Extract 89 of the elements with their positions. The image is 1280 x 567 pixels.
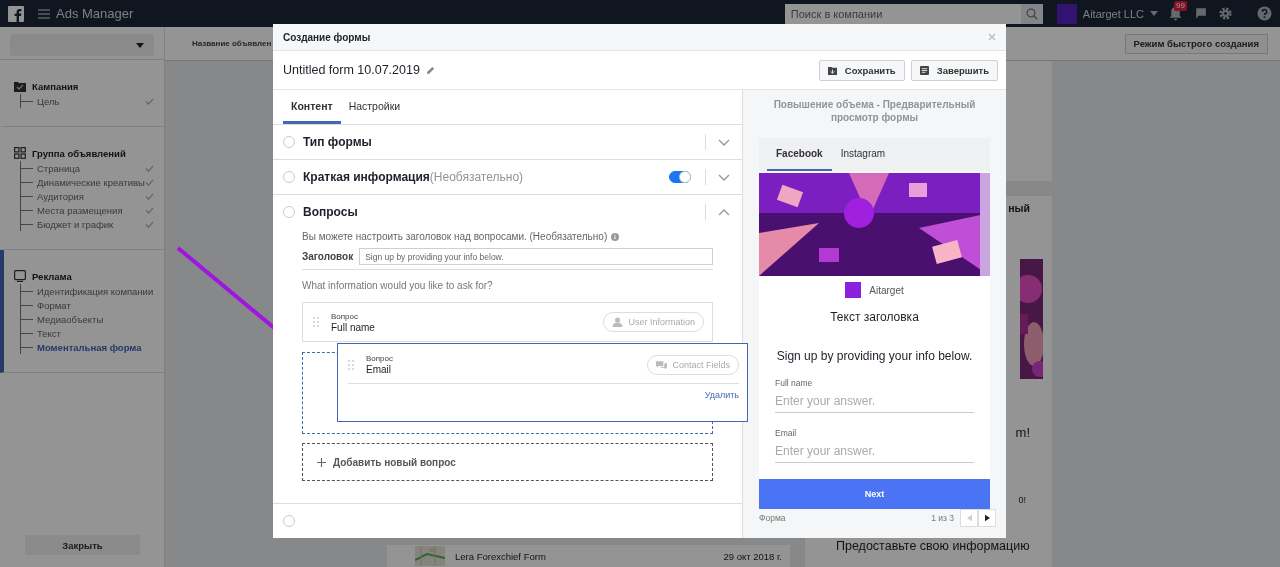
search-button[interactable] bbox=[1020, 3, 1043, 24]
search-field[interactable]: Поиск в компании bbox=[784, 3, 1021, 24]
brand-name: Aitarget bbox=[869, 284, 904, 296]
caret-icon[interactable] bbox=[1150, 11, 1158, 16]
sidebar-item[interactable]: Страница bbox=[37, 162, 145, 174]
sidebar-section-title[interactable]: Группа объявлений bbox=[32, 147, 126, 159]
hint-text: Вы можете настроить заголовок над вопросами. (Необязательно) bbox=[302, 231, 608, 242]
page-counter: 1 из 3 bbox=[931, 513, 954, 523]
question-card[interactable]: Вопрос Email Contact Fields Удалить bbox=[337, 343, 748, 422]
section-title[interactable]: Краткая информация(Необязательно) bbox=[303, 170, 524, 184]
chevron-down-icon[interactable] bbox=[718, 138, 730, 146]
notification-badge: 99 bbox=[1174, 1, 1187, 11]
footer-label: Форма bbox=[759, 513, 786, 523]
card-text: 0! bbox=[1018, 495, 1026, 505]
form-date: 29 окт 2018 г. bbox=[723, 550, 782, 562]
left-triangle-icon bbox=[966, 514, 972, 522]
monitor-icon bbox=[14, 270, 26, 282]
drag-handle-icon[interactable] bbox=[348, 359, 354, 370]
question-value: Full name bbox=[331, 321, 375, 333]
column-header: Название объявлен bbox=[192, 39, 272, 48]
question-label: Вопрос bbox=[331, 311, 359, 321]
person-icon bbox=[612, 317, 624, 327]
tab[interactable]: Настройки bbox=[340, 90, 409, 124]
tab[interactable]: Instagram bbox=[831, 138, 895, 171]
field-label: Email bbox=[775, 428, 798, 438]
form-name[interactable]: Untitled form 10.07.2019 bbox=[283, 63, 420, 77]
save-button[interactable]: Сохранить bbox=[818, 59, 905, 81]
field-label: Заголовок bbox=[302, 251, 354, 262]
ask-label: What information would you like to ask for? bbox=[302, 280, 494, 291]
sidebar-item[interactable]: Идентификация компании bbox=[37, 285, 154, 297]
close-icon[interactable] bbox=[988, 33, 996, 41]
chevron-up-icon[interactable] bbox=[718, 208, 730, 216]
sidebar-section-title[interactable]: Реклама bbox=[32, 270, 72, 282]
facebook-logo-icon[interactable] bbox=[8, 5, 24, 22]
next-button[interactable]: Next bbox=[759, 479, 990, 509]
sidebar-item[interactable]: Места размещения bbox=[37, 204, 145, 216]
card-text: m! bbox=[1015, 425, 1030, 440]
sidebar-item[interactable]: Формат bbox=[37, 299, 154, 311]
tab[interactable]: Контент bbox=[283, 90, 341, 124]
sidebar-item[interactable]: Бюджет и график bbox=[37, 218, 145, 230]
dialog-title: Создание формы bbox=[283, 31, 371, 43]
add-question-button[interactable]: Добавить новый вопрос bbox=[302, 443, 713, 481]
delete-link[interactable]: Удалить bbox=[704, 390, 739, 400]
grid-icon bbox=[14, 147, 26, 159]
app-name: Ads Manager bbox=[56, 6, 134, 21]
pencil-icon[interactable] bbox=[425, 65, 435, 75]
section-title[interactable]: Тип формы bbox=[303, 135, 372, 149]
sidebar-item[interactable]: Цель bbox=[37, 95, 145, 107]
preview-title: Повышение объема - Предварительный просмотр формы bbox=[772, 98, 977, 124]
folder-icon bbox=[827, 65, 837, 75]
close-button[interactable]: Закрыть bbox=[25, 535, 140, 555]
finish-button[interactable]: Завершить bbox=[910, 59, 998, 81]
account-name[interactable]: Aitarget LLC bbox=[1082, 7, 1144, 20]
sidebar-item[interactable]: Аудитория bbox=[37, 190, 145, 202]
chevron-down-icon[interactable] bbox=[718, 173, 730, 181]
question-value: Email bbox=[366, 364, 392, 375]
document-icon bbox=[919, 65, 929, 75]
search-icon[interactable] bbox=[1025, 7, 1038, 20]
plus-icon bbox=[317, 457, 326, 467]
brand-logo bbox=[845, 282, 862, 298]
card-text: Предоставьте свою информацию bbox=[836, 539, 1030, 553]
field-label: Full name bbox=[775, 378, 814, 388]
form-headline: Текст заголовка bbox=[829, 310, 920, 324]
list-row[interactable]: Lera Forexchief Form 29 окт 2018 г. bbox=[387, 545, 790, 567]
chat-icon bbox=[656, 359, 668, 370]
question-label: Вопрос bbox=[366, 354, 393, 363]
folder-check-icon bbox=[14, 80, 26, 92]
menu-icon[interactable] bbox=[38, 8, 50, 19]
sidebar-item[interactable]: Медиаобъекты bbox=[37, 313, 154, 325]
sidebar-item[interactable]: Моментальная форма bbox=[37, 341, 154, 353]
right-triangle-icon bbox=[984, 514, 990, 522]
sidebar-item[interactable]: Динамические креативы bbox=[37, 176, 145, 188]
sidebar-item[interactable]: Текст bbox=[37, 327, 154, 339]
card-heading: ный bbox=[1008, 202, 1030, 214]
sidebar-section-title[interactable]: Кампания bbox=[32, 80, 79, 92]
toggle-switch[interactable] bbox=[669, 171, 691, 183]
caret-icon[interactable] bbox=[136, 42, 144, 48]
tab[interactable]: Facebook bbox=[767, 138, 832, 171]
next-page-button[interactable] bbox=[978, 509, 996, 527]
drag-handle-icon[interactable] bbox=[313, 317, 319, 327]
section-title[interactable]: Вопросы bbox=[303, 205, 358, 219]
settings-icon[interactable] bbox=[1218, 6, 1233, 21]
form-title: Lera Forexchief Form bbox=[455, 550, 546, 562]
heading-field[interactable]: Sign up by providing your info below. bbox=[359, 248, 713, 265]
help-icon[interactable] bbox=[1257, 6, 1272, 21]
question-card[interactable]: Вопрос Full name User Information bbox=[302, 302, 713, 342]
quick-create-button[interactable]: Режим быстрого создания bbox=[1124, 33, 1268, 54]
info-icon[interactable] bbox=[611, 232, 620, 241]
form-description: Sign up by providing your info below. bbox=[775, 349, 974, 363]
